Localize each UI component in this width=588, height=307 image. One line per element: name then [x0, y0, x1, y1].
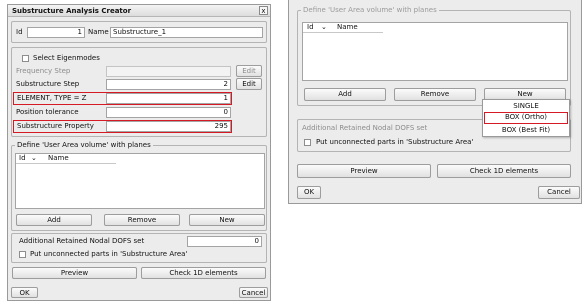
ok-button[interactable]: OK	[11, 287, 38, 298]
preview-button-2[interactable]: Preview	[297, 164, 431, 178]
check-1d-button-2[interactable]: Check 1D elements	[437, 164, 571, 178]
planes-list-2[interactable]: Id ⌄ Name	[302, 22, 568, 81]
remove-button-2[interactable]: Remove	[394, 88, 476, 101]
frequency-step-label: Frequency Step	[16, 67, 71, 75]
add-button-2[interactable]: Add	[304, 88, 386, 101]
preview-button[interactable]: Preview	[12, 267, 137, 279]
chevron-down-icon[interactable]: ⌄	[31, 154, 37, 163]
menu-item-box-ortho[interactable]: BOX (Ortho)	[484, 112, 568, 124]
dialog-title: Substructure Analysis Creator	[12, 7, 132, 15]
substructure-property-label: Substructure Property	[17, 122, 94, 130]
name-field[interactable]: Substructure_1	[110, 27, 263, 38]
planes-list-header: Id ⌄ Name	[16, 154, 116, 164]
id-name-group: Id 1 Name Substructure_1	[11, 21, 267, 43]
cancel-button[interactable]: Cancel	[239, 287, 268, 298]
name-label: Name	[88, 28, 109, 36]
dofs-label-2: Additional Retained Nodal DOFS set	[302, 124, 428, 132]
title-bar: Substructure Analysis Creator x	[8, 5, 270, 17]
element-type-label: ELEMENT, TYPE = Z	[17, 94, 87, 102]
frequency-edit-button[interactable]: Edit	[236, 65, 262, 77]
substructure-dialog: Substructure Analysis Creator x Id 1 Nam…	[7, 4, 271, 301]
eigenmodes-label: Select Eigenmodes	[33, 54, 100, 62]
dofs-field[interactable]: 0	[187, 236, 262, 247]
column-name[interactable]: Name	[48, 154, 69, 163]
remove-button[interactable]: Remove	[104, 214, 180, 226]
user-area-group: Define 'User Area volume' with planes Id…	[11, 141, 267, 231]
column-name-2[interactable]: Name	[337, 23, 358, 32]
substructure-step-edit-button[interactable]: Edit	[236, 78, 262, 90]
unconnected-label-2: Put unconnected parts in 'Substructure A…	[316, 138, 474, 146]
dofs-label: Additional Retained Nodal DOFS set	[19, 237, 145, 245]
position-tolerance-label: Position tolerance	[16, 108, 79, 116]
cancel-button-2[interactable]: Cancel	[538, 186, 580, 199]
menu-item-box-best-fit[interactable]: BOX (Best Fit)	[483, 125, 569, 135]
column-id[interactable]: Id	[19, 154, 26, 163]
menu-item-single[interactable]: SINGLE	[483, 101, 569, 111]
new-type-menu: SINGLE BOX (Ortho) BOX (Best Fit)	[482, 99, 570, 137]
dofs-group: Additional Retained Nodal DOFS set 0 Put…	[11, 233, 267, 263]
frequency-step-field	[106, 66, 231, 77]
substructure-property-field[interactable]: 295	[106, 121, 231, 132]
element-type-field[interactable]: 1	[106, 93, 231, 104]
unconnected-label: Put unconnected parts in 'Substructure A…	[30, 250, 188, 258]
id-field[interactable]: 1	[27, 27, 85, 38]
id-label: Id	[16, 28, 23, 36]
eigenmodes-checkbox[interactable]	[22, 55, 29, 62]
substructure-step-field[interactable]: 2	[106, 79, 231, 90]
parameters-group: Select Eigenmodes Frequency Step Edit Su…	[11, 47, 267, 137]
position-tolerance-field[interactable]: 0	[106, 107, 231, 118]
planes-list[interactable]: Id ⌄ Name	[15, 153, 265, 209]
new-button[interactable]: New	[189, 214, 265, 226]
add-button[interactable]: Add	[16, 214, 92, 226]
chevron-down-icon[interactable]: ⌄	[321, 23, 327, 32]
substructure-step-label: Substructure Step	[16, 80, 80, 88]
user-area-group-2: Define 'User Area volume' with planes Id…	[297, 6, 571, 106]
planes-list-header-2: Id ⌄ Name	[303, 23, 383, 33]
close-icon[interactable]: x	[259, 6, 268, 15]
user-area-group-title: Define 'User Area volume' with planes	[15, 141, 153, 149]
unconnected-checkbox[interactable]	[19, 251, 26, 258]
unconnected-checkbox-2[interactable]	[304, 139, 311, 146]
column-id-2[interactable]: Id	[307, 23, 314, 32]
ok-button-2[interactable]: OK	[297, 186, 321, 199]
check-1d-button[interactable]: Check 1D elements	[141, 267, 266, 279]
user-area-group-title-2: Define 'User Area volume' with planes	[301, 6, 439, 14]
